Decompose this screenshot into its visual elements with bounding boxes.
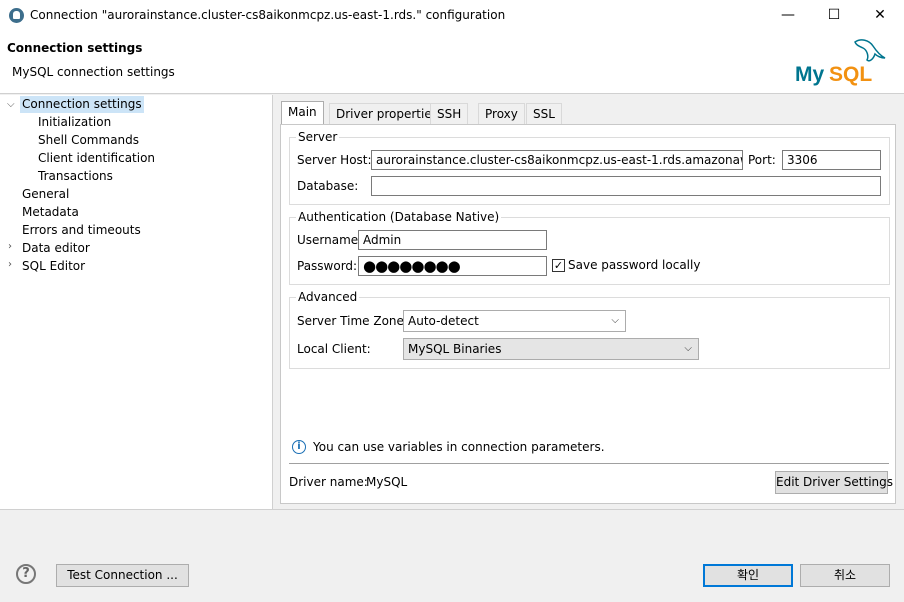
mysql-logo: My SQL xyxy=(793,34,893,88)
test-connection-button[interactable]: Test Connection ... xyxy=(56,564,189,587)
save-password-checkbox[interactable]: ✓ xyxy=(552,259,565,272)
local-client-label: Local Client: xyxy=(297,342,371,356)
database-input[interactable] xyxy=(371,176,881,196)
server-host-label: Server Host: xyxy=(297,153,372,167)
save-password-label: Save password locally xyxy=(568,258,701,272)
database-label: Database: xyxy=(297,179,359,193)
minimize-button[interactable]: — xyxy=(765,0,811,31)
server-group-label: Server xyxy=(296,130,340,144)
auth-group-label: Authentication (Database Native) xyxy=(296,210,502,224)
maximize-button[interactable]: ☐ xyxy=(811,0,857,31)
tab-driver-properties[interactable]: Driver properties xyxy=(329,103,445,124)
port-label: Port: xyxy=(748,153,776,167)
nav-item-shell-commands[interactable]: Shell Commands xyxy=(38,132,139,149)
page-title: Connection settings xyxy=(7,41,143,55)
footer-divider xyxy=(0,509,904,510)
password-input[interactable]: ●●●●●●●● xyxy=(358,256,547,276)
tab-ssh[interactable]: SSH xyxy=(430,103,469,124)
close-button[interactable]: ✕ xyxy=(857,0,903,31)
chevron-right-icon[interactable]: › xyxy=(8,259,12,270)
edit-driver-settings-button[interactable]: Edit Driver Settings xyxy=(775,471,893,494)
username-input[interactable]: Admin xyxy=(358,230,547,250)
timezone-select[interactable]: Auto-detect ⌵ xyxy=(403,310,626,332)
info-text: You can use variables in connection para… xyxy=(313,440,605,454)
local-client-value: MySQL Binaries xyxy=(408,342,502,356)
port-input[interactable]: 3306 xyxy=(782,150,881,170)
svg-text:My: My xyxy=(795,63,824,86)
chevron-down-icon: ⌵ xyxy=(611,315,619,326)
window-title: Connection "aurorainstance.cluster-cs8ai… xyxy=(30,8,506,22)
server-host-input[interactable]: aurorainstance.cluster-cs8aikonmcpz.us-e… xyxy=(371,150,743,170)
chevron-down-icon: ⌵ xyxy=(684,343,692,354)
driver-divider xyxy=(289,463,889,464)
nav-item-transactions[interactable]: Transactions xyxy=(38,168,113,185)
tab-main[interactable]: Main xyxy=(281,101,324,125)
cancel-button[interactable]: 취소 xyxy=(800,564,890,587)
header-divider xyxy=(0,93,904,94)
nav-item-client-identification[interactable]: Client identification xyxy=(38,150,155,167)
help-icon[interactable]: ? xyxy=(16,564,36,584)
password-label: Password: xyxy=(297,259,358,273)
timezone-value: Auto-detect xyxy=(408,314,479,328)
nav-item-metadata[interactable]: Metadata xyxy=(22,204,79,221)
driver-name-value: MySQL xyxy=(366,475,408,489)
app-icon xyxy=(9,8,24,23)
chevron-right-icon[interactable]: › xyxy=(8,241,12,252)
chevron-down-icon[interactable]: ⌵ xyxy=(7,99,15,110)
nav-item-general[interactable]: General xyxy=(22,186,69,203)
svg-text:SQL: SQL xyxy=(829,63,872,86)
info-icon: i xyxy=(292,440,306,454)
timezone-label: Server Time Zone: xyxy=(297,314,408,328)
advanced-group-label: Advanced xyxy=(296,290,360,304)
nav-item-initialization[interactable]: Initialization xyxy=(38,114,111,131)
nav-item-sql-editor[interactable]: SQL Editor xyxy=(22,258,85,275)
tab-ssl[interactable]: SSL xyxy=(526,103,562,124)
nav-item-errors-timeouts[interactable]: Errors and timeouts xyxy=(22,222,141,239)
username-label: Username: xyxy=(297,233,363,247)
driver-name-label: Driver name: xyxy=(289,475,368,489)
local-client-select[interactable]: MySQL Binaries ⌵ xyxy=(403,338,699,360)
nav-item-data-editor[interactable]: Data editor xyxy=(22,240,90,257)
ok-button[interactable]: 확인 xyxy=(703,564,793,587)
page-subtitle: MySQL connection settings xyxy=(12,65,175,79)
nav-item-connection-settings[interactable]: Connection settings xyxy=(20,96,144,113)
tab-proxy[interactable]: Proxy xyxy=(478,103,525,124)
